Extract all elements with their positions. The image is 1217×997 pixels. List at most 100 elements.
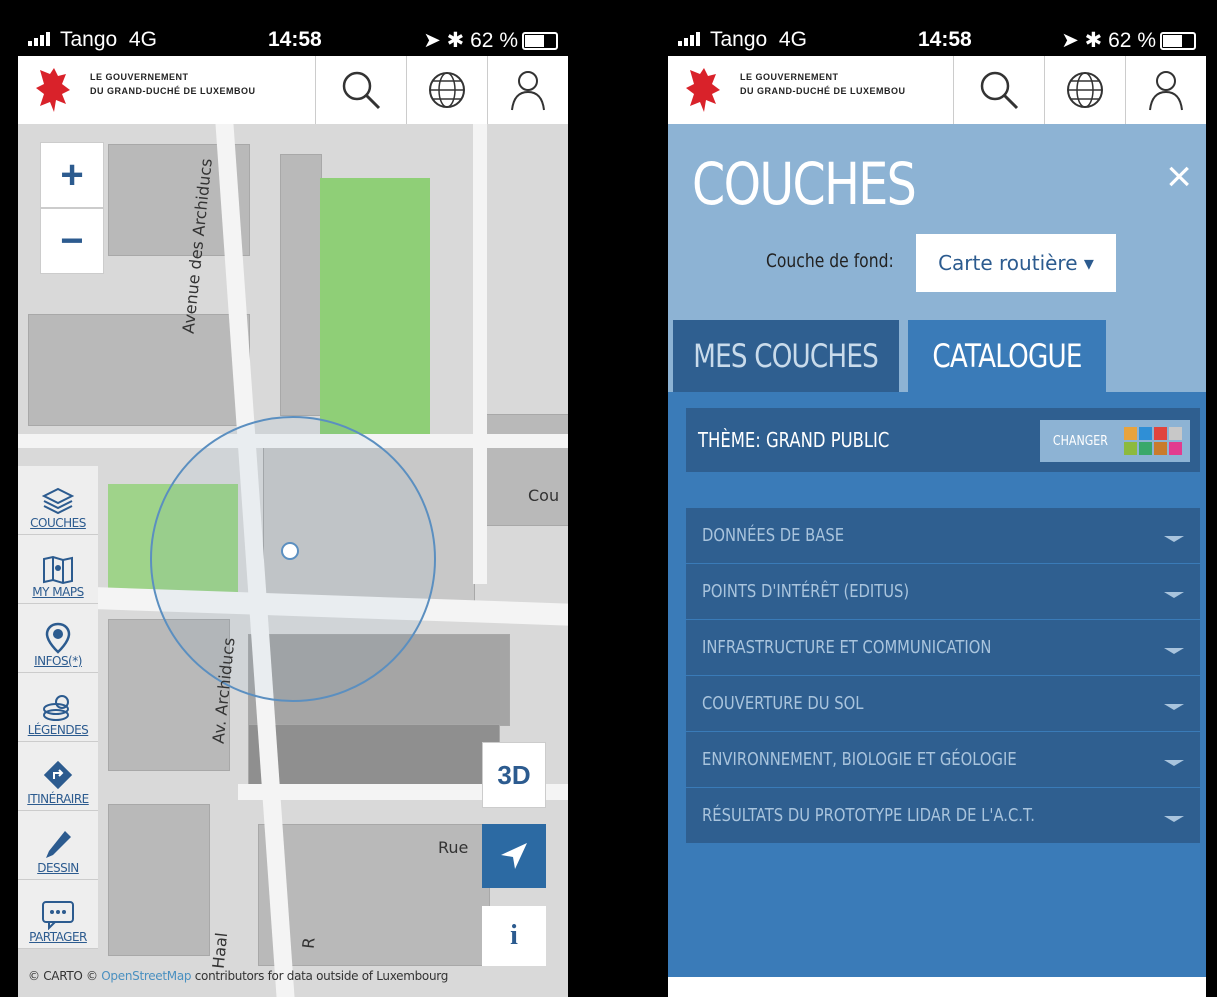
status-bar: Tango 4G 14:58 ➤ ✱ 62 % <box>668 0 1206 56</box>
map-icon <box>43 555 73 585</box>
map-building <box>28 314 250 426</box>
tab-mes-couches[interactable]: MES COUCHES <box>673 320 899 392</box>
app-header: LE GOUVERNEMENT DU GRAND-DUCHÉ DE LUXEMB… <box>18 56 568 125</box>
theme-label: THÈME: GRAND PUBLIC <box>698 428 890 452</box>
catalogue-item[interactable]: DONNÉES DE BASE <box>686 508 1200 564</box>
map-street <box>473 124 487 584</box>
language-button[interactable] <box>1044 56 1125 124</box>
theme-swatch <box>1154 442 1167 455</box>
search-icon <box>980 71 1019 110</box>
clock: 14:58 <box>268 28 322 51</box>
theme-swatch <box>1124 442 1137 455</box>
base-layer-select[interactable]: Carte routière ▾ <box>916 234 1116 292</box>
signal-icon <box>28 32 50 46</box>
clock: 14:58 <box>918 28 972 51</box>
globe-icon <box>1067 72 1103 108</box>
sidebar-item-couches[interactable]: COUCHES <box>18 466 98 535</box>
info-button[interactable]: i <box>482 906 546 966</box>
sidebar-item-dessin[interactable]: DESSIN <box>18 811 98 880</box>
route-icon <box>43 760 73 790</box>
user-button[interactable] <box>487 56 568 124</box>
3d-button[interactable]: 3D <box>482 742 546 808</box>
network-type: 4G <box>778 28 807 51</box>
map-canvas[interactable]: Avenue des Archiducs Av. Archiducs Rue C… <box>18 124 568 997</box>
zoom-out-button[interactable]: − <box>40 208 104 274</box>
sidebar-item-infos[interactable]: INFOS(*) <box>18 604 98 673</box>
pencil-icon <box>46 831 71 858</box>
network-type: 4G <box>128 28 157 51</box>
lion-logo-icon[interactable] <box>668 56 740 124</box>
catalogue-body: THÈME: GRAND PUBLIC CHANGER DONNÉES DE B… <box>668 392 1206 977</box>
legend-icon <box>43 695 69 721</box>
layers-panel: COUCHES × Couche de fond: Carte routière… <box>668 124 1206 977</box>
sidebar-item-itineraire[interactable]: ITINÉRAIRE <box>18 742 98 811</box>
street-label: Cou <box>528 486 560 505</box>
layers-panel-header: COUCHES × Couche de fond: Carte routière… <box>668 124 1206 399</box>
app-header: LE GOUVERNEMENT DU GRAND-DUCHÉ DE LUXEMB… <box>668 56 1206 125</box>
sidebar-item-partager[interactable]: PARTAGER <box>18 880 98 949</box>
battery-percent: 62 % <box>1108 29 1156 52</box>
user-icon <box>511 71 545 111</box>
map-building <box>478 414 568 526</box>
theme-swatch <box>1139 442 1152 455</box>
user-icon <box>1149 71 1183 111</box>
street-label: Haal <box>208 931 232 970</box>
search-button[interactable] <box>315 56 406 124</box>
search-button[interactable] <box>953 56 1044 124</box>
battery-percent: 62 % <box>470 29 518 52</box>
globe-icon <box>429 72 465 108</box>
side-navigation: COUCHES MY MAPS INFOS(*) LÉGENDES ITINÉR… <box>18 466 98 949</box>
location-arrow-icon <box>501 843 527 869</box>
theme-bar: THÈME: GRAND PUBLIC CHANGER <box>686 408 1200 472</box>
location-arrow-icon: ➤ <box>423 29 441 52</box>
bluetooth-icon: ✱ <box>446 29 465 52</box>
zoom-in-button[interactable]: + <box>40 142 104 208</box>
theme-swatch <box>1154 427 1167 440</box>
chevron-down-icon <box>1164 704 1184 710</box>
user-button[interactable] <box>1125 56 1206 124</box>
geolocate-button[interactable] <box>482 824 546 888</box>
catalogue-item[interactable]: INFRASTRUCTURE ET COMMUNICATION <box>686 620 1200 676</box>
lion-logo-icon[interactable] <box>18 56 90 124</box>
sidebar-item-legendes[interactable]: LÉGENDES <box>18 673 98 742</box>
street-label: R <box>298 936 319 950</box>
chevron-down-icon <box>1164 760 1184 766</box>
map-screen: Tango 4G 14:58 ➤ ✱ 62 % LE GOUVERNEMENT … <box>18 0 568 997</box>
street-label: Rue <box>438 838 469 857</box>
panel-title: COUCHES <box>692 150 917 218</box>
government-title: LE GOUVERNEMENT DU GRAND-DUCHÉ DE LUXEMB… <box>90 72 256 96</box>
info-pin-icon <box>45 622 71 654</box>
catalogue-item[interactable]: COUVERTURE DU SOL <box>686 676 1200 732</box>
location-arrow-icon: ➤ <box>1061 29 1079 52</box>
status-bar: Tango 4G 14:58 ➤ ✱ 62 % <box>18 0 568 56</box>
catalogue-item[interactable]: ENVIRONNEMENT, BIOLOGIE ET GÉOLOGIE <box>686 732 1200 788</box>
share-icon <box>42 901 74 930</box>
theme-swatch <box>1169 442 1182 455</box>
tab-catalogue[interactable]: CATALOGUE <box>908 320 1106 392</box>
catalogue-item[interactable]: POINTS D'INTÉRÊT (EDITUS) <box>686 564 1200 620</box>
theme-swatch <box>1139 427 1152 440</box>
map-building <box>280 154 322 416</box>
map-attribution: © CARTO © OpenStreetMap contributors for… <box>28 969 449 983</box>
language-button[interactable] <box>406 56 487 124</box>
map-park <box>320 178 430 438</box>
search-icon <box>342 71 381 110</box>
location-accuracy-circle <box>150 416 436 702</box>
catalogue-item[interactable]: RÉSULTATS DU PROTOTYPE LIDAR DE L'A.C.T. <box>686 788 1200 844</box>
chevron-down-icon <box>1164 536 1184 542</box>
change-theme-button[interactable]: CHANGER <box>1040 420 1190 462</box>
signal-icon <box>678 32 700 46</box>
carrier-name: Tango <box>710 28 768 51</box>
battery-icon <box>522 32 558 51</box>
map-building <box>108 804 210 956</box>
layers-screen: Tango 4G 14:58 ➤ ✱ 62 % LE GOUVERNEMENT … <box>668 0 1206 997</box>
catalogue-list: DONNÉES DE BASE POINTS D'INTÉRÊT (EDITUS)… <box>686 508 1200 844</box>
sidebar-item-my-maps[interactable]: MY MAPS <box>18 535 98 604</box>
close-icon[interactable]: × <box>1166 152 1192 202</box>
chevron-down-icon <box>1164 816 1184 822</box>
bluetooth-icon: ✱ <box>1084 29 1103 52</box>
theme-swatch <box>1169 427 1182 440</box>
battery-icon <box>1160 32 1196 51</box>
chevron-down-icon <box>1164 592 1184 598</box>
openstreetmap-link[interactable]: OpenStreetMap <box>101 969 191 983</box>
